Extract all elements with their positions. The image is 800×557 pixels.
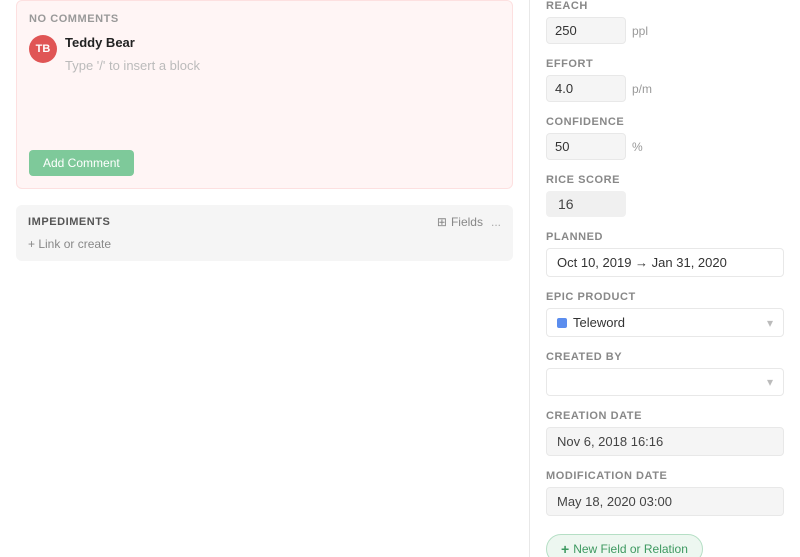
epic-product-value: Teleword: [573, 315, 625, 330]
reach-label: REACH: [546, 0, 784, 12]
impediments-section: IMPEDIMENTS ⊞ Fields ... + Link or creat…: [16, 205, 513, 261]
impediments-actions: ⊞ Fields ...: [437, 215, 501, 229]
effort-unit: p/m: [632, 82, 652, 96]
modification-date-value: May 18, 2020 03:00: [546, 487, 784, 516]
comment-username: Teddy Bear: [65, 35, 500, 50]
add-field-relation-button[interactable]: + New Field or Relation: [546, 534, 703, 557]
reach-input[interactable]: [546, 17, 626, 44]
confidence-input[interactable]: [546, 133, 626, 160]
rice-score-field-group: RICE SCORE 16: [546, 174, 784, 217]
plus-icon: +: [561, 541, 569, 557]
rice-score-label: RICE SCORE: [546, 174, 784, 186]
planned-label: PLANNED: [546, 231, 784, 243]
reach-unit: ppl: [632, 24, 648, 38]
rice-score-value: 16: [546, 191, 626, 217]
comment-user-row: TB Teddy Bear Type '/' to insert a block: [29, 35, 500, 134]
add-field-label: New Field or Relation: [573, 542, 688, 556]
avatar: TB: [29, 35, 57, 63]
fields-label: Fields: [451, 215, 483, 229]
link-or-create-button[interactable]: + Link or create: [28, 237, 501, 251]
add-comment-button[interactable]: Add Comment: [29, 150, 134, 176]
creation-date-label: CREATION DATE: [546, 410, 784, 422]
modification-date-field-group: MODIFICATION DATE May 18, 2020 03:00: [546, 470, 784, 516]
no-comments-label: NO COMMENTS: [29, 13, 500, 25]
chevron-down-icon: ▾: [767, 316, 773, 330]
epic-dot-icon: [557, 318, 567, 328]
more-options-icon[interactable]: ...: [491, 215, 501, 229]
right-panel: REACH ppl EFFORT p/m CONFIDENCE % RICE S…: [530, 0, 800, 557]
epic-product-label: EPIC PRODUCT: [546, 291, 784, 303]
chevron-down-icon: ▾: [767, 375, 773, 389]
confidence-label: CONFIDENCE: [546, 116, 784, 128]
modification-date-label: MODIFICATION DATE: [546, 470, 784, 482]
reach-field-group: REACH ppl: [546, 0, 784, 44]
filter-icon: ⊞: [437, 215, 447, 229]
comments-section: NO COMMENTS TB Teddy Bear Type '/' to in…: [16, 0, 513, 189]
effort-label: EFFORT: [546, 58, 784, 70]
comment-placeholder[interactable]: Type '/' to insert a block: [65, 54, 500, 134]
impediments-title: IMPEDIMENTS: [28, 216, 110, 228]
created-by-dropdown[interactable]: ▾: [546, 368, 784, 396]
fields-button[interactable]: ⊞ Fields: [437, 215, 483, 229]
left-panel: NO COMMENTS TB Teddy Bear Type '/' to in…: [0, 0, 530, 557]
created-by-field-group: CREATED BY ▾: [546, 351, 784, 396]
creation-date-value: Nov 6, 2018 16:16: [546, 427, 784, 456]
confidence-unit: %: [632, 140, 643, 154]
confidence-field-group: CONFIDENCE %: [546, 116, 784, 160]
effort-input[interactable]: [546, 75, 626, 102]
created-by-label: CREATED BY: [546, 351, 784, 363]
impediments-header: IMPEDIMENTS ⊞ Fields ...: [28, 215, 501, 229]
epic-product-field-group: EPIC PRODUCT Teleword ▾: [546, 291, 784, 337]
epic-product-dropdown[interactable]: Teleword ▾: [546, 308, 784, 337]
effort-field-group: EFFORT p/m: [546, 58, 784, 102]
planned-input[interactable]: [546, 248, 784, 277]
creation-date-field-group: CREATION DATE Nov 6, 2018 16:16: [546, 410, 784, 456]
planned-field-group: PLANNED: [546, 231, 784, 277]
